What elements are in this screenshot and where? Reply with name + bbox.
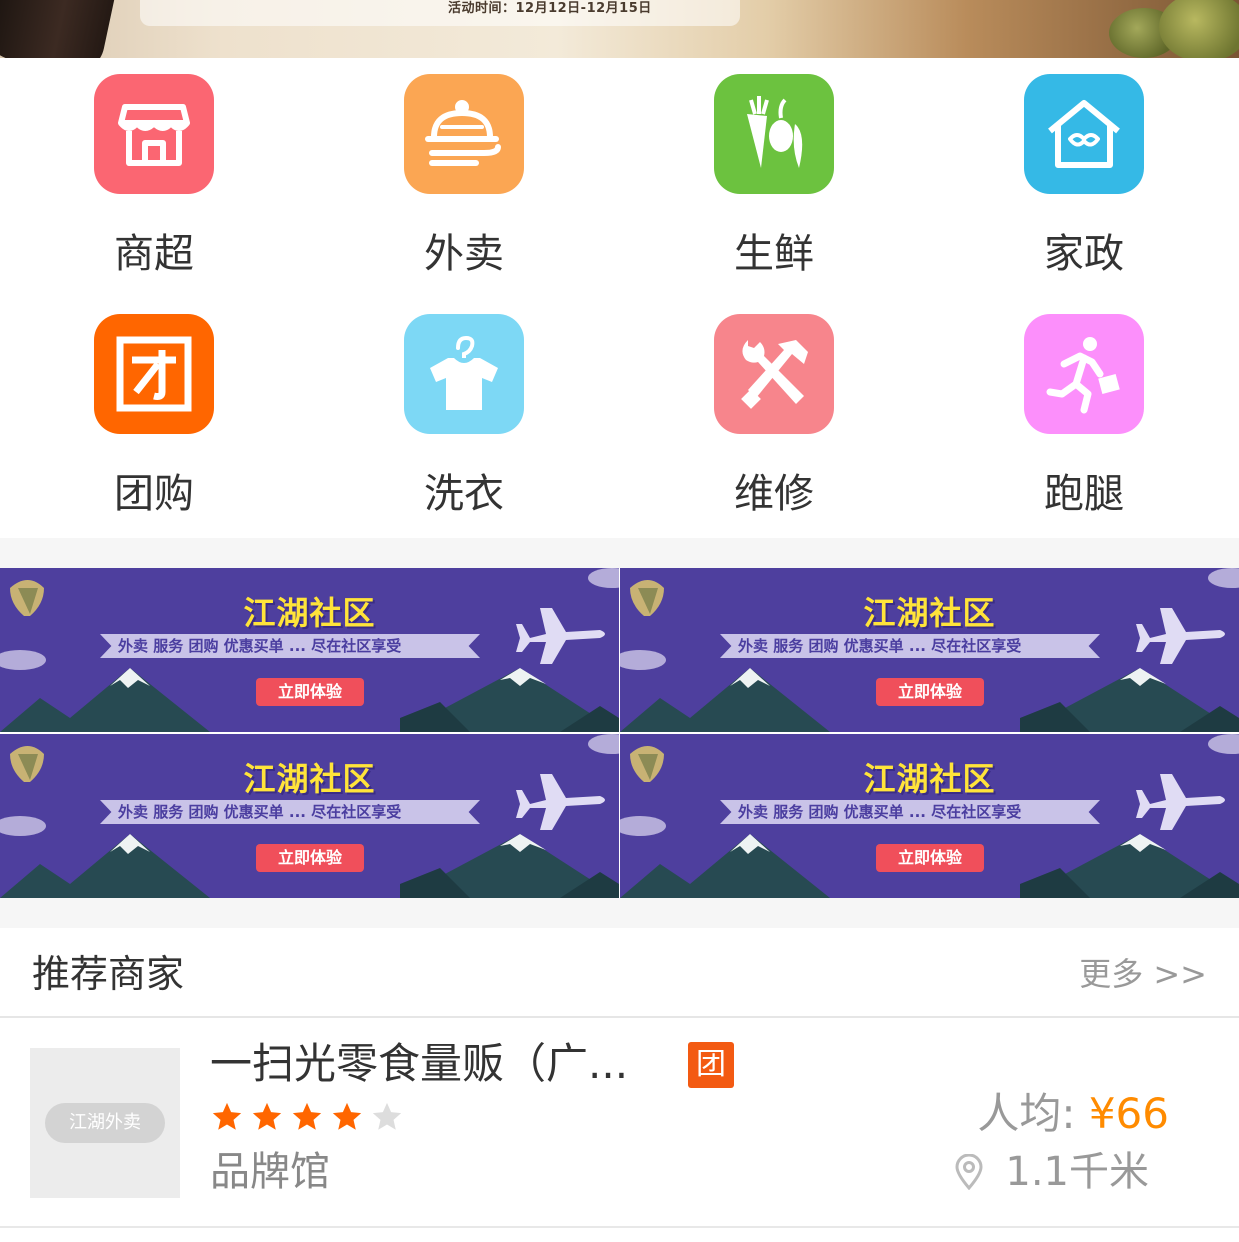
distance-value: 1.1千米 — [1005, 1149, 1149, 1195]
star-icon — [332, 1102, 362, 1130]
laundry-shirt-icon — [404, 314, 524, 434]
ad-banner[interactable]: 江湖社区 外卖 服务 团购 优惠买单 ... 尽在社区享受 立即体验 — [0, 734, 619, 898]
ad-banner-grid: 江湖社区 外卖 服务 团购 优惠买单 ... 尽在社区享受 立即体验 江湖社区 … — [0, 568, 1239, 898]
ad-title: 江湖社区 — [863, 594, 996, 632]
section-title: 推荐商家 — [32, 952, 185, 996]
ad-title: 江湖社区 — [863, 760, 996, 798]
star-icon — [252, 1102, 282, 1130]
store-tag: 品牌馆 — [210, 1149, 330, 1195]
category-label: 外卖 — [424, 231, 504, 277]
ad-try-button[interactable]: 立即体验 — [876, 678, 984, 706]
ad-try-button[interactable]: 立即体验 — [256, 844, 364, 872]
category-label: 团购 — [114, 471, 194, 517]
recommended-merchants: 推荐商家 更多 >> 江湖外卖 一扫光零食量贩（广... 团 品牌馆 人均: ¥… — [0, 928, 1239, 1242]
average-price-value: ¥66 — [1088, 1089, 1169, 1138]
ad-banner[interactable]: 江湖社区 外卖 服务 团购 优惠买单 ... 尽在社区享受 立即体验 — [620, 734, 1239, 898]
category-housekeeping[interactable]: 家政 — [964, 58, 1204, 298]
average-price: 人均: ¥66 — [977, 1086, 1169, 1142]
category-group-buy[interactable]: 团购 — [34, 298, 274, 538]
ad-subtitle: 外卖 服务 团购 优惠买单 ... 尽在社区享受 — [738, 803, 1022, 821]
star-icon — [292, 1102, 322, 1130]
category-label: 商超 — [114, 231, 194, 277]
group-buy-badge: 团 — [688, 1042, 734, 1088]
ad-try-button[interactable]: 立即体验 — [256, 678, 364, 706]
courier-runner-icon — [1024, 314, 1144, 434]
repair-tools-icon — [714, 314, 834, 434]
food-cloche-icon — [404, 74, 524, 194]
category-label: 维修 — [734, 471, 814, 517]
category-takeout[interactable]: 外卖 — [344, 58, 584, 298]
store-thumbnail: 江湖外卖 — [30, 1048, 180, 1198]
star-icon — [372, 1102, 402, 1130]
house-icon — [1024, 74, 1144, 194]
category-grid: 商超 外卖 生鲜 家政 团购 洗衣 维修 跑腿 — [0, 58, 1239, 538]
top-promo-banner[interactable]: 活动时间：12月12日-12月15日 — [0, 0, 1239, 58]
ad-title: 江湖社区 — [243, 594, 376, 632]
wine-bottle-image — [0, 0, 118, 58]
category-label: 家政 — [1044, 231, 1124, 277]
ad-subtitle: 外卖 服务 团购 优惠买单 ... 尽在社区享受 — [118, 637, 402, 655]
store-name: 一扫光零食量贩（广... — [210, 1039, 629, 1088]
group-buy-icon — [94, 314, 214, 434]
location-pin-icon — [955, 1154, 983, 1190]
banner-event-time: 活动时间：12月12日-12月15日 — [448, 1, 652, 16]
category-label: 生鲜 — [734, 231, 814, 277]
section-header: 推荐商家 更多 >> — [0, 928, 1239, 1018]
category-label: 跑腿 — [1044, 471, 1124, 517]
vegetables-icon — [714, 74, 834, 194]
more-link[interactable]: 更多 >> — [1079, 954, 1207, 994]
category-fresh[interactable]: 生鲜 — [654, 58, 894, 298]
category-laundry[interactable]: 洗衣 — [344, 298, 584, 538]
ad-try-button[interactable]: 立即体验 — [876, 844, 984, 872]
ad-subtitle: 外卖 服务 团购 优惠买单 ... 尽在社区享受 — [738, 637, 1022, 655]
ad-banner[interactable]: 江湖社区 外卖 服务 团购 优惠买单 ... 尽在社区享受 立即体验 — [0, 568, 619, 732]
category-supermarket[interactable]: 商超 — [34, 58, 274, 298]
store-distance: 1.1千米 — [955, 1144, 1149, 1200]
ad-subtitle: 外卖 服务 团购 优惠买单 ... 尽在社区享受 — [118, 803, 402, 821]
thumbnail-placeholder-label: 江湖外卖 — [45, 1103, 165, 1143]
category-label: 洗衣 — [424, 471, 504, 517]
ad-title: 江湖社区 — [243, 760, 376, 798]
category-repair[interactable]: 维修 — [654, 298, 894, 538]
star-rating — [210, 1100, 404, 1134]
average-price-label: 人均: — [977, 1089, 1076, 1138]
store-icon — [94, 74, 214, 194]
store-list-item[interactable]: 江湖外卖 一扫光零食量贩（广... 团 品牌馆 人均: ¥66 1.1千米 — [0, 1020, 1239, 1228]
category-errand[interactable]: 跑腿 — [964, 298, 1204, 538]
ad-banner[interactable]: 江湖社区 外卖 服务 团购 优惠买单 ... 尽在社区享受 立即体验 — [620, 568, 1239, 732]
star-icon — [212, 1102, 242, 1130]
fruit-image — [1159, 0, 1239, 58]
